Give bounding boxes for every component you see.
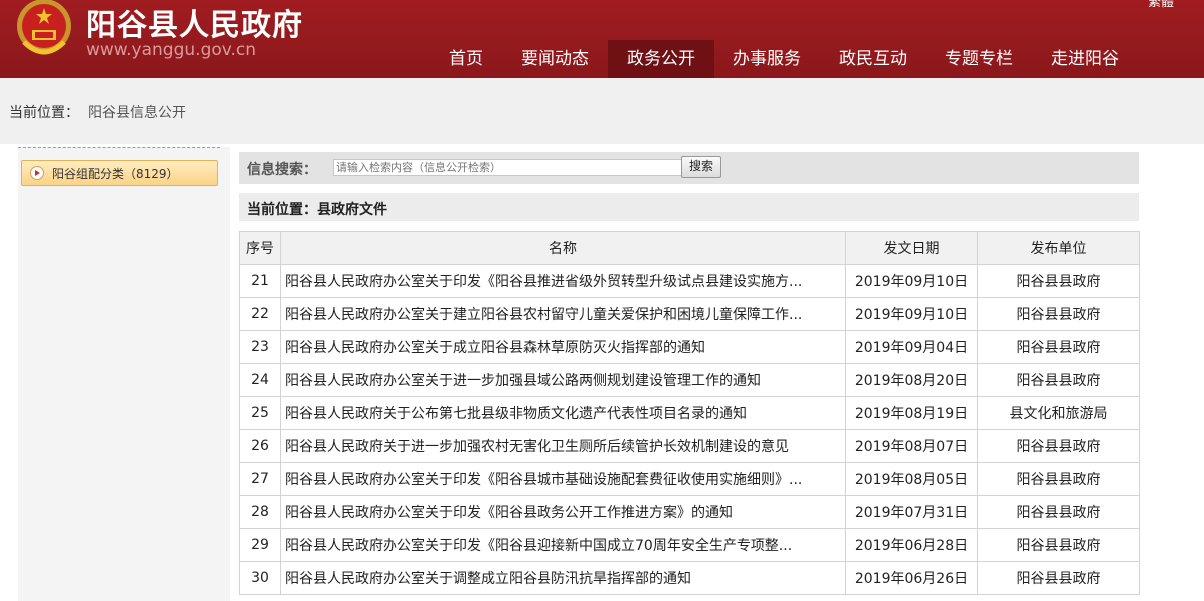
- nav-item-2[interactable]: 政务公开: [608, 40, 714, 78]
- col-header-unit: 发布单位: [977, 231, 1140, 265]
- site-header: 阳谷县人民政府 www.yanggu.gov.cn 繁體 首页 要闻动态 政务公开办…: [0, 0, 1204, 78]
- sidebar-item-category[interactable]: 阳谷组配分类（8129）: [21, 160, 218, 186]
- search-button[interactable]: 搜索: [681, 156, 721, 178]
- col-header-no: 序号: [239, 231, 281, 265]
- row-no: 25: [239, 396, 281, 430]
- row-date: 2019年06月26日: [845, 561, 978, 595]
- arrow-right-icon: [30, 166, 44, 180]
- row-name-cell: 阳谷县人民政府办公室关于调整成立阳谷县防汛抗旱指挥部的通知: [280, 561, 846, 595]
- nav-item-0[interactable]: 首页: [430, 40, 502, 78]
- document-link[interactable]: 阳谷县人民政府办公室关于印发《阳谷县推进省级外贸转型升级试点县建设实施方...: [281, 271, 845, 291]
- table-row: 23 阳谷县人民政府办公室关于成立阳谷县森林草原防灭火指挥部的通知 2019年09月…: [239, 330, 1140, 364]
- row-date: 2019年09月04日: [845, 330, 978, 364]
- table-row: 24 阳谷县人民政府办公室关于进一步加强县域公路两侧规划建设管理工作的通知 2019…: [239, 363, 1140, 397]
- row-no: 23: [239, 330, 281, 364]
- table-header-row: 序号 名称 发文日期 发布单位: [239, 231, 1140, 265]
- row-no: 24: [239, 363, 281, 397]
- row-date: 2019年06月28日: [845, 528, 978, 562]
- row-name-cell: 阳谷县人民政府办公室关于印发《阳谷县城市基础设施配套费征收使用实施细则》...: [280, 462, 846, 496]
- row-name-cell: 阳谷县人民政府办公室关于印发《阳谷县迎接新中国成立70周年安全生产专项整...: [280, 528, 846, 562]
- document-link[interactable]: 阳谷县人民政府办公室关于建立阳谷县农村留守儿童关爱保护和困境儿童保障工作...: [281, 304, 845, 324]
- search-label: 信息搜索：: [247, 162, 317, 178]
- breadcrumb: 当前位置： 阳谷县信息公开: [0, 78, 1204, 144]
- row-name-cell: 阳谷县人民政府办公室关于进一步加强县域公路两侧规划建设管理工作的通知: [280, 363, 846, 397]
- table-row: 25 阳谷县人民政府关于公布第七批县级非物质文化遗产代表性项目名录的通知 2019年…: [239, 396, 1140, 430]
- table-row: 22 阳谷县人民政府办公室关于建立阳谷县农村留守儿童关爱保护和困境儿童保障工作..…: [239, 297, 1140, 331]
- breadcrumb-link[interactable]: 阳谷县信息公开: [88, 102, 186, 122]
- col-header-name: 名称: [280, 231, 846, 265]
- traditional-chinese-link[interactable]: 繁體: [1148, 0, 1174, 10]
- row-date: 2019年08月19日: [845, 396, 978, 430]
- document-link[interactable]: 阳谷县人民政府关于公布第七批县级非物质文化遗产代表性项目名录的通知: [281, 403, 845, 423]
- row-unit: 县文化和旅游局: [977, 396, 1140, 430]
- row-date: 2019年07月31日: [845, 495, 978, 529]
- row-no: 28: [239, 495, 281, 529]
- row-no: 27: [239, 462, 281, 496]
- nav-item-3[interactable]: 办事服务: [714, 40, 820, 78]
- section-title-bar: 当前位置：县政府文件: [239, 193, 1139, 221]
- row-name-cell: 阳谷县人民政府办公室关于建立阳谷县农村留守儿童关爱保护和困境儿童保障工作...: [280, 297, 846, 331]
- row-unit: 阳谷县县政府: [977, 330, 1140, 364]
- row-date: 2019年09月10日: [845, 264, 978, 298]
- nav-item-5[interactable]: 专题专栏: [926, 40, 1032, 78]
- site-title: 阳谷县人民政府: [86, 8, 303, 43]
- table-row: 26 阳谷县人民政府关于进一步加强农村无害化卫生厕所后续管护长效机制建设的意见 20…: [239, 429, 1140, 463]
- sidebar-divider: [18, 147, 220, 148]
- row-no: 26: [239, 429, 281, 463]
- table-row: 29 阳谷县人民政府办公室关于印发《阳谷县迎接新中国成立70周年安全生产专项整..…: [239, 528, 1140, 562]
- col-header-date: 发文日期: [845, 231, 978, 265]
- row-unit: 阳谷县县政府: [977, 462, 1140, 496]
- row-no: 21: [239, 264, 281, 298]
- row-date: 2019年08月05日: [845, 462, 978, 496]
- document-table: 序号 名称 发文日期 发布单位 21 阳谷县人民政府办公室关于印发《阳谷县推进省级…: [239, 231, 1140, 595]
- main-nav: 首页 要闻动态 政务公开 办事服务 政民互动 专题专栏 走进阳谷: [430, 40, 1138, 78]
- row-date: 2019年09月10日: [845, 297, 978, 331]
- nav-item-1[interactable]: 要闻动态: [502, 40, 608, 78]
- row-no: 22: [239, 297, 281, 331]
- breadcrumb-label: 当前位置：: [9, 105, 79, 121]
- section-title: 当前位置：县政府文件: [247, 202, 387, 218]
- site-url: www.yanggu.gov.cn: [86, 40, 257, 60]
- table-row: 27 阳谷县人民政府办公室关于印发《阳谷县城市基础设施配套费征收使用实施细则》..…: [239, 462, 1140, 496]
- row-unit: 阳谷县县政府: [977, 363, 1140, 397]
- table-row: 28 阳谷县人民政府办公室关于印发《阳谷县政务公开工作推进方案》的通知 2019年0…: [239, 495, 1140, 529]
- row-unit: 阳谷县县政府: [977, 561, 1140, 595]
- row-name-cell: 阳谷县人民政府关于公布第七批县级非物质文化遗产代表性项目名录的通知: [280, 396, 846, 430]
- row-unit: 阳谷县县政府: [977, 297, 1140, 331]
- row-name-cell: 阳谷县人民政府办公室关于印发《阳谷县政务公开工作推进方案》的通知: [280, 495, 846, 529]
- row-unit: 阳谷县县政府: [977, 495, 1140, 529]
- row-unit: 阳谷县县政府: [977, 528, 1140, 562]
- table-row: 30 阳谷县人民政府办公室关于调整成立阳谷县防汛抗旱指挥部的通知 2019年06月2…: [239, 561, 1140, 595]
- document-link[interactable]: 阳谷县人民政府办公室关于成立阳谷县森林草原防灭火指挥部的通知: [281, 337, 845, 357]
- search-bar: 信息搜索： 搜索: [239, 152, 1139, 184]
- document-link[interactable]: 阳谷县人民政府办公室关于印发《阳谷县迎接新中国成立70周年安全生产专项整...: [281, 535, 845, 555]
- sidebar: 阳谷组配分类（8129）: [18, 147, 230, 601]
- row-date: 2019年08月20日: [845, 363, 978, 397]
- document-link[interactable]: 阳谷县人民政府办公室关于调整成立阳谷县防汛抗旱指挥部的通知: [281, 568, 845, 588]
- document-link[interactable]: 阳谷县人民政府办公室关于进一步加强县域公路两侧规划建设管理工作的通知: [281, 370, 845, 390]
- document-link[interactable]: 阳谷县人民政府关于进一步加强农村无害化卫生厕所后续管护长效机制建设的意见: [281, 436, 845, 456]
- search-input[interactable]: [333, 159, 683, 176]
- row-name-cell: 阳谷县人民政府关于进一步加强农村无害化卫生厕所后续管护长效机制建设的意见: [280, 429, 846, 463]
- row-date: 2019年08月07日: [845, 429, 978, 463]
- row-name-cell: 阳谷县人民政府办公室关于印发《阳谷县推进省级外贸转型升级试点县建设实施方...: [280, 264, 846, 298]
- row-unit: 阳谷县县政府: [977, 429, 1140, 463]
- national-emblem-icon: [17, 0, 71, 55]
- row-name-cell: 阳谷县人民政府办公室关于成立阳谷县森林草原防灭火指挥部的通知: [280, 330, 846, 364]
- sidebar-item-label: 阳谷组配分类（8129）: [52, 167, 179, 181]
- row-no: 30: [239, 561, 281, 595]
- nav-item-4[interactable]: 政民互动: [820, 40, 926, 78]
- document-link[interactable]: 阳谷县人民政府办公室关于印发《阳谷县政务公开工作推进方案》的通知: [281, 502, 845, 522]
- document-link[interactable]: 阳谷县人民政府办公室关于印发《阳谷县城市基础设施配套费征收使用实施细则》...: [281, 469, 845, 489]
- nav-item-6[interactable]: 走进阳谷: [1032, 40, 1138, 78]
- row-no: 29: [239, 528, 281, 562]
- row-unit: 阳谷县县政府: [977, 264, 1140, 298]
- table-row: 21 阳谷县人民政府办公室关于印发《阳谷县推进省级外贸转型升级试点县建设实施方..…: [239, 264, 1140, 298]
